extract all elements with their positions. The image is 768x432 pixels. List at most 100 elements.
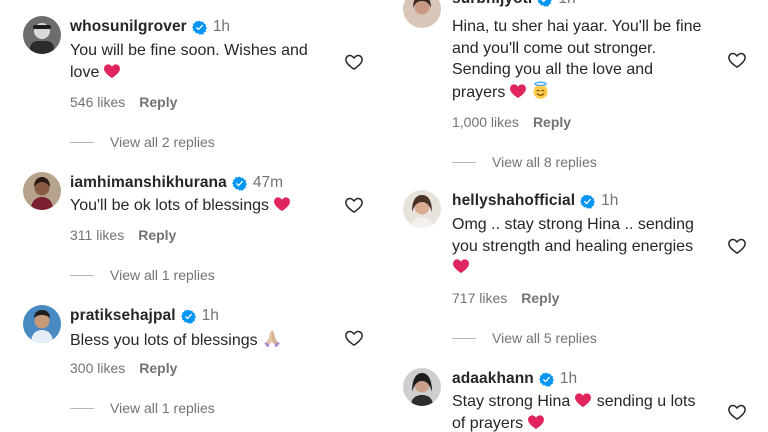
likes-count[interactable]: 1,000 likes xyxy=(452,114,519,130)
comment-meta: 546 likes Reply xyxy=(70,94,177,110)
reply-button[interactable]: Reply xyxy=(139,94,177,110)
comment-meta: 311 likes Reply xyxy=(70,227,176,243)
comment-timestamp[interactable]: 1h xyxy=(558,0,575,8)
avatar[interactable] xyxy=(403,368,441,406)
folded-hands-emoji-icon xyxy=(262,328,282,348)
view-replies-button[interactable]: View all 5 replies xyxy=(452,330,597,346)
avatar[interactable] xyxy=(23,305,61,343)
view-replies-button[interactable]: View all 1 replies xyxy=(70,400,215,416)
username-link[interactable]: pratiksehajpal xyxy=(70,307,176,325)
comment-text: Bless you lots of blessings xyxy=(70,328,340,352)
view-replies-label: View all 1 replies xyxy=(110,267,215,283)
likes-count[interactable]: 300 likes xyxy=(70,360,125,376)
comment-header: surbhijyoti 1h xyxy=(452,0,576,8)
comment-text-line: of prayers xyxy=(452,414,524,432)
smiling-face-with-halo-emoji-icon xyxy=(531,81,550,100)
comment-text-line: You will be fine soon. Wishes and xyxy=(70,42,308,59)
comment-item: hellyshahofficial 1h Omg .. stay strong … xyxy=(384,180,768,360)
comment-text-line: Sending you all the love and xyxy=(452,61,654,78)
username-link[interactable]: surbhijyoti xyxy=(452,0,532,8)
like-heart-icon[interactable] xyxy=(344,328,364,348)
red-heart-emoji-icon xyxy=(103,62,121,80)
view-replies-label: View all 5 replies xyxy=(492,330,597,346)
replies-divider-line xyxy=(452,161,476,163)
like-heart-icon[interactable] xyxy=(727,50,747,70)
comment-header: iamhimanshikhurana 47m xyxy=(70,174,283,192)
comment-text-line: Stay strong Hina xyxy=(452,393,571,410)
view-replies-label: View all 1 replies xyxy=(110,400,215,416)
comment-text-line: Hina, tu sher hai yaar. You'll be fine xyxy=(452,18,702,35)
view-replies-button[interactable]: View all 1 replies xyxy=(70,267,215,283)
comment-item: whosunilgrover 1h You will be fine soon.… xyxy=(0,0,384,160)
red-heart-emoji-icon xyxy=(273,195,291,213)
like-heart-icon[interactable] xyxy=(344,195,364,215)
comment-text: Hina, tu sher hai yaar. You'll be fine a… xyxy=(452,16,742,103)
like-heart-icon[interactable] xyxy=(344,52,364,72)
likes-count[interactable]: 546 likes xyxy=(70,94,125,110)
avatar[interactable] xyxy=(23,172,61,210)
comment-text: Stay strong Hina sending u lots of praye… xyxy=(452,391,742,432)
likes-count[interactable]: 717 likes xyxy=(452,290,507,306)
view-replies-button[interactable]: View all 8 replies xyxy=(452,154,597,170)
red-heart-emoji-icon xyxy=(574,391,592,409)
comment-text-line: love xyxy=(70,63,100,81)
verified-badge-icon xyxy=(192,20,207,35)
like-heart-icon[interactable] xyxy=(727,402,747,422)
comments-column-left: whosunilgrover 1h You will be fine soon.… xyxy=(0,0,384,432)
reply-button[interactable]: Reply xyxy=(533,114,571,130)
replies-divider-line xyxy=(452,337,476,339)
replies-divider-line xyxy=(70,274,94,276)
replies-divider-line xyxy=(70,407,94,409)
reply-button[interactable]: Reply xyxy=(521,290,559,306)
comment-timestamp[interactable]: 1h xyxy=(213,18,230,36)
comment-text-line: You'll be ok lots of blessings xyxy=(70,197,270,214)
comment-timestamp[interactable]: 1h xyxy=(202,307,219,325)
comment-text: You'll be ok lots of blessings xyxy=(70,195,340,217)
comment-header: adaakhann 1h xyxy=(452,370,577,388)
comment-meta: 300 likes Reply xyxy=(70,360,177,376)
comment-text-line: sending u lots xyxy=(596,393,696,410)
username-link[interactable]: whosunilgrover xyxy=(70,18,187,36)
likes-count[interactable]: 311 likes xyxy=(70,227,124,243)
comment-text-line: Omg .. stay strong Hina .. sending xyxy=(452,216,694,233)
view-replies-label: View all 8 replies xyxy=(492,154,597,170)
red-heart-emoji-icon xyxy=(509,82,527,100)
verified-badge-icon xyxy=(232,176,247,191)
comment-meta: 717 likes Reply xyxy=(452,290,559,306)
comment-item: iamhimanshikhurana 47m You'll be ok lots… xyxy=(0,160,384,293)
red-heart-emoji-icon xyxy=(527,413,545,431)
comment-text-line: and you'll come out stronger. xyxy=(452,39,657,57)
replies-divider-line xyxy=(70,141,94,143)
comment-text-line: Bless you lots of blessings xyxy=(70,332,258,349)
username-link[interactable]: adaakhann xyxy=(452,370,534,388)
verified-badge-icon xyxy=(580,194,595,209)
comment-timestamp[interactable]: 1h xyxy=(601,192,618,210)
comment-header: hellyshahofficial 1h xyxy=(452,192,618,210)
comment-header: whosunilgrover 1h xyxy=(70,18,230,36)
avatar[interactable] xyxy=(23,16,61,54)
verified-badge-icon xyxy=(539,372,554,387)
comment-timestamp[interactable]: 47m xyxy=(253,174,283,192)
comments-column-right: surbhijyoti 1h Hina, tu sher hai yaar. Y… xyxy=(384,0,768,432)
comment-item: surbhijyoti 1h Hina, tu sher hai yaar. Y… xyxy=(384,0,768,180)
verified-badge-icon xyxy=(537,0,552,7)
username-link[interactable]: iamhimanshikhurana xyxy=(70,174,227,192)
like-heart-icon[interactable] xyxy=(727,236,747,256)
comment-text-line: prayers xyxy=(452,83,506,101)
comment-text: You will be fine soon. Wishes and love xyxy=(70,40,340,83)
comment-header: pratiksehajpal 1h xyxy=(70,307,219,325)
view-replies-button[interactable]: View all 2 replies xyxy=(70,134,215,150)
reply-button[interactable]: Reply xyxy=(138,227,176,243)
verified-badge-icon xyxy=(181,309,196,324)
comment-meta: 1,000 likes Reply xyxy=(452,114,571,130)
red-heart-emoji-icon xyxy=(452,257,470,275)
view-replies-label: View all 2 replies xyxy=(110,134,215,150)
username-link[interactable]: hellyshahofficial xyxy=(452,192,575,210)
avatar[interactable] xyxy=(403,0,441,28)
comment-text: Omg .. stay strong Hina .. sending you s… xyxy=(452,214,742,279)
reply-button[interactable]: Reply xyxy=(139,360,177,376)
comment-text-line: you strength and healing energies xyxy=(452,237,694,255)
comment-timestamp[interactable]: 1h xyxy=(560,370,577,388)
comment-item: pratiksehajpal 1h Bless you lots of bles… xyxy=(0,293,384,432)
avatar[interactable] xyxy=(403,190,441,228)
